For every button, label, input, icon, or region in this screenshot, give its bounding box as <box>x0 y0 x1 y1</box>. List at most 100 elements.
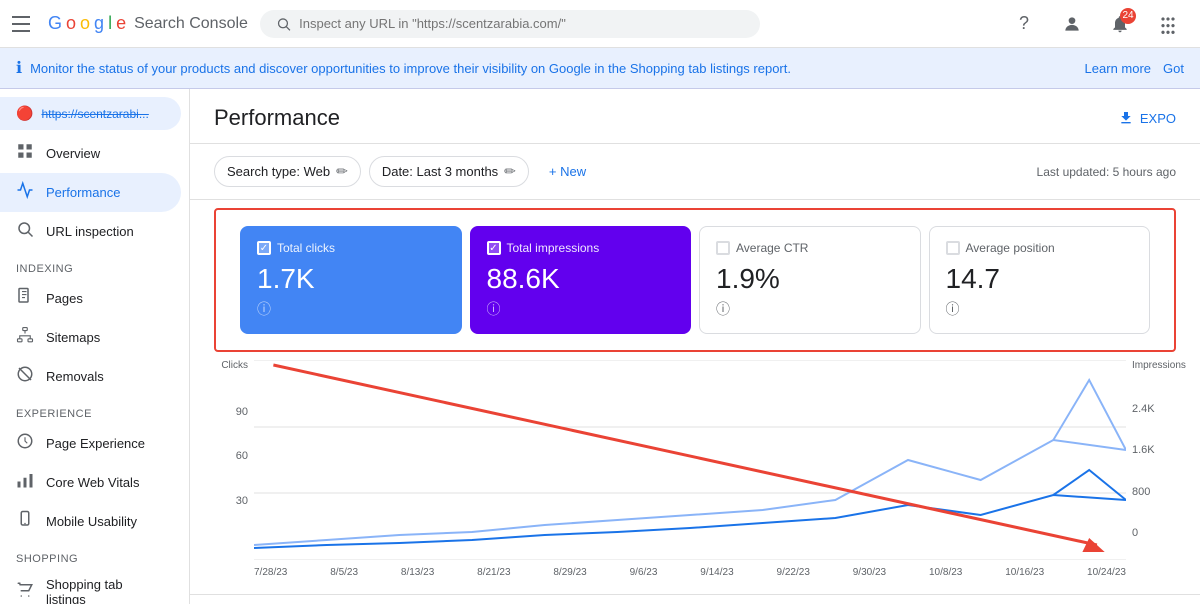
url-search-input[interactable] <box>299 16 744 31</box>
sidebar-item-pages[interactable]: Pages <box>0 279 181 318</box>
removals-label: Removals <box>46 369 104 384</box>
y-right-1600: 1.6K <box>1132 444 1176 456</box>
url-inspection-icon <box>16 220 34 243</box>
learn-more-link[interactable]: Learn more <box>1085 61 1151 76</box>
performance-label: Performance <box>46 185 120 200</box>
search-type-label: Search type: Web <box>227 164 330 179</box>
x-label-5: 9/6/23 <box>630 567 658 578</box>
y-right-2400: 2.4K <box>1132 403 1176 415</box>
x-label-6: 9/14/23 <box>700 567 733 578</box>
total-clicks-value: 1.7K <box>257 263 445 295</box>
experience-section-label: Experience <box>0 396 189 424</box>
export-label: EXPO <box>1140 111 1176 126</box>
x-label-9: 10/8/23 <box>929 567 962 578</box>
search-bar[interactable] <box>260 10 760 38</box>
page-title: Performance <box>214 105 340 131</box>
new-filter-button[interactable]: + New <box>537 158 598 185</box>
total-impressions-value: 88.6K <box>487 263 675 295</box>
export-button[interactable]: EXPO <box>1118 110 1176 126</box>
y-label-90: 90 <box>214 406 248 418</box>
date-label: Date: Last 3 months <box>382 164 498 179</box>
average-position-checkbox[interactable] <box>946 241 960 255</box>
x-label-1: 8/5/23 <box>330 567 358 578</box>
x-label-8: 9/30/23 <box>853 567 886 578</box>
core-web-vitals-icon <box>16 471 34 494</box>
shopping-tab-label: Shopping tab listings <box>46 577 165 604</box>
property-url: https://scentzarabi... <box>41 107 148 121</box>
mobile-usability-icon <box>16 510 34 533</box>
y-right-0: 0 <box>1132 527 1176 539</box>
shopping-section-label: Shopping <box>0 541 189 569</box>
help-button[interactable]: ? <box>1004 4 1044 44</box>
property-selector[interactable]: 🔴 https://scentzarabi... <box>0 97 181 130</box>
pages-label: Pages <box>46 291 83 306</box>
header: Google Search Console ? 24 <box>0 0 1200 48</box>
date-edit-icon: ✏ <box>504 163 516 180</box>
sidebar: 🔴 https://scentzarabi... Overview Perfor… <box>0 89 190 604</box>
date-filter[interactable]: Date: Last 3 months ✏ <box>369 156 529 187</box>
sidebar-item-performance[interactable]: Performance <box>0 173 181 212</box>
average-position-info: ⓘ <box>946 299 1134 319</box>
metric-total-impressions[interactable]: ✓ Total impressions 88.6K ⓘ <box>470 226 692 334</box>
page-experience-icon <box>16 432 34 455</box>
x-label-7: 9/22/23 <box>777 567 810 578</box>
apps-button[interactable] <box>1148 4 1188 44</box>
x-label-4: 8/29/23 <box>553 567 586 578</box>
banner-links: Learn more Got <box>1085 61 1184 76</box>
filters-bar: Search type: Web ✏ Date: Last 3 months ✏… <box>190 144 1200 200</box>
sidebar-item-page-experience[interactable]: Page Experience <box>0 424 181 463</box>
total-clicks-checkbox[interactable]: ✓ <box>257 241 271 255</box>
shopping-icon <box>16 581 34 604</box>
average-ctr-checkbox[interactable] <box>716 241 730 255</box>
sidebar-item-shopping-tab[interactable]: Shopping tab listings <box>0 569 181 604</box>
sidebar-item-sitemaps[interactable]: Sitemaps <box>0 318 181 357</box>
average-position-value: 14.7 <box>946 263 1134 295</box>
performance-icon <box>16 181 34 204</box>
impressions-title: Impressions <box>1132 360 1176 371</box>
x-label-3: 8/21/23 <box>477 567 510 578</box>
metrics-section: ✓ Total clicks 1.7K ⓘ ✓ Total impression… <box>214 208 1176 352</box>
search-type-filter[interactable]: Search type: Web ✏ <box>214 156 361 187</box>
total-clicks-label: Total clicks <box>277 241 335 255</box>
sidebar-item-removals[interactable]: Removals <box>0 357 181 396</box>
notifications-button[interactable]: 24 <box>1100 4 1140 44</box>
sidebar-item-mobile-usability[interactable]: Mobile Usability <box>0 502 181 541</box>
average-ctr-info: ⓘ <box>716 299 904 319</box>
new-btn-label: + New <box>549 164 586 179</box>
indexing-section-label: Indexing <box>0 251 189 279</box>
x-label-11: 10/24/23 <box>1087 567 1126 578</box>
core-web-vitals-label: Core Web Vitals <box>46 475 139 490</box>
y-label-30: 30 <box>214 495 248 507</box>
info-icon: ℹ <box>16 58 22 78</box>
last-updated: Last updated: 5 hours ago <box>1037 165 1176 179</box>
metric-average-position[interactable]: Average position 14.7 ⓘ <box>929 226 1151 334</box>
removals-icon <box>16 365 34 388</box>
metric-total-clicks[interactable]: ✓ Total clicks 1.7K ⓘ <box>240 226 462 334</box>
total-clicks-info: ⓘ <box>257 299 445 319</box>
total-impressions-checkbox[interactable]: ✓ <box>487 241 501 255</box>
x-label-0: 7/28/23 <box>254 567 287 578</box>
sidebar-item-core-web-vitals[interactable]: Core Web Vitals <box>0 463 181 502</box>
app-body: 🔴 https://scentzarabi... Overview Perfor… <box>0 89 1200 604</box>
performance-header: Performance EXPO <box>190 89 1200 144</box>
edit-icon: ✏ <box>336 163 348 180</box>
menu-icon[interactable] <box>12 12 36 36</box>
sidebar-item-overview[interactable]: Overview <box>0 134 181 173</box>
got-it-link[interactable]: Got <box>1163 61 1184 76</box>
header-actions: ? 24 <box>1004 4 1188 44</box>
metric-average-ctr[interactable]: Average CTR 1.9% ⓘ <box>699 226 921 334</box>
y-label-60: 60 <box>214 450 248 462</box>
page-experience-label: Page Experience <box>46 436 145 451</box>
chart-svg <box>254 360 1126 560</box>
main-content: Performance EXPO Search type: Web ✏ Date… <box>190 89 1200 604</box>
url-inspection-label: URL inspection <box>46 224 134 239</box>
sidebar-item-url-inspection[interactable]: URL inspection <box>0 212 181 251</box>
y-right-800: 800 <box>1132 486 1176 498</box>
notification-count: 24 <box>1120 8 1136 24</box>
sitemaps-label: Sitemaps <box>46 330 100 345</box>
x-axis: 7/28/23 8/5/23 8/13/23 8/21/23 8/29/23 9… <box>254 563 1126 578</box>
banner-text: Monitor the status of your products and … <box>30 61 1076 76</box>
overview-label: Overview <box>46 146 100 161</box>
average-ctr-value: 1.9% <box>716 263 904 295</box>
account-button[interactable] <box>1052 4 1092 44</box>
